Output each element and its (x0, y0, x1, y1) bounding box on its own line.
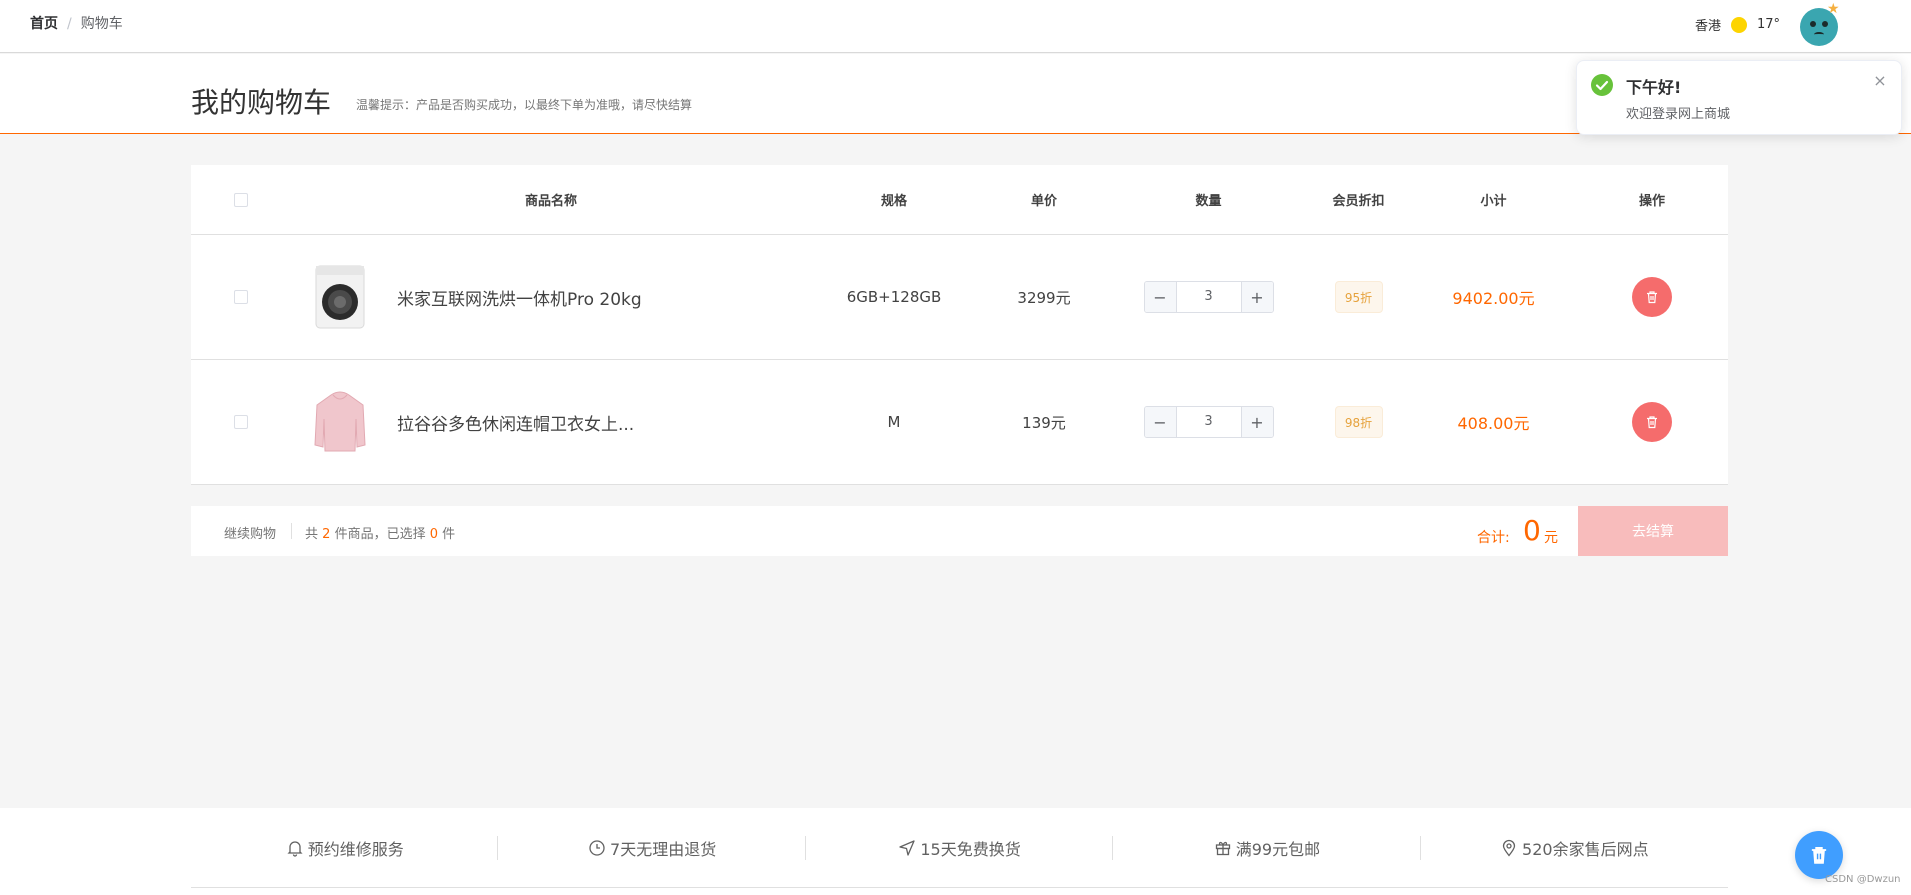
welcome-notification: 下午好! 欢迎登录网上商城 × (1576, 60, 1902, 135)
gift-icon (1214, 839, 1232, 857)
success-check-icon (1591, 74, 1613, 96)
watermark: CSDN @Dwzun (1825, 874, 1901, 885)
breadcrumb: 首页 / 购物车 (30, 13, 123, 33)
column-header-name: 商品名称 (524, 194, 577, 209)
trash-icon (1811, 847, 1827, 864)
location-icon (1500, 839, 1518, 857)
product-image-washing-machine[interactable] (311, 264, 369, 330)
weather-temperature: 17° (1757, 17, 1781, 32)
page-title: 我的购物车 (191, 86, 332, 119)
close-icon[interactable]: × (1872, 73, 1888, 89)
clock-icon (588, 839, 606, 857)
product-price: 139元 (1022, 413, 1066, 432)
service-footer: 预约维修服务 7天无理由退货 15天免费换货 满99元包邮 520余家售后网点 (0, 808, 1911, 895)
quantity-increase-button[interactable]: + (1240, 407, 1273, 437)
column-header-spec: 规格 (880, 194, 907, 209)
row-subtotal: 408.00元 (1457, 414, 1530, 433)
column-header-operation: 操作 (1638, 194, 1665, 209)
table-header: 商品名称 规格 单价 数量 会员折扣 小计 操作 (191, 165, 1728, 235)
quantity-stepper: − 3 + (1143, 281, 1274, 313)
row-checkbox[interactable] (234, 290, 248, 304)
breadcrumb-home-link[interactable]: 首页 (30, 16, 58, 32)
quantity-stepper: − 3 + (1143, 406, 1274, 438)
row-subtotal: 9402.00元 (1452, 289, 1535, 308)
service-item-repair[interactable]: 预约维修服务 (191, 808, 499, 887)
service-label: 预约维修服务 (307, 839, 404, 859)
product-name[interactable]: 拉谷谷多色休闲连帽卫衣女上... (397, 410, 634, 435)
trash-icon (1647, 291, 1657, 304)
avatar-mouth (1814, 32, 1824, 37)
quantity-decrease-button[interactable]: − (1144, 407, 1177, 437)
divider (291, 523, 292, 539)
service-label: 满99元包邮 (1235, 839, 1321, 859)
service-item-exchange[interactable]: 15天免费换货 (806, 808, 1114, 887)
send-icon (898, 839, 916, 857)
count-selected: 0 (429, 527, 439, 542)
sun-icon (1731, 16, 1748, 33)
breadcrumb-separator: / (67, 16, 72, 32)
discount-badge: 98折 (1334, 406, 1383, 438)
service-label: 7天无理由退货 (610, 839, 717, 859)
item-count-text: 共 2 件商品，已选择 0 件 (305, 523, 455, 542)
service-item-outlets[interactable]: 520余家售后网点 (1421, 808, 1728, 887)
weather-widget: 香港 17° (1695, 15, 1780, 34)
service-list: 预约维修服务 7天无理由退货 15天免费换货 满99元包邮 520余家售后网点 (191, 808, 1728, 888)
product-spec: M (887, 413, 901, 431)
weather-city: 香港 (1695, 19, 1722, 34)
table-row: 拉谷谷多色休闲连帽卫衣女上... M 139元 − 3 + 98折 408.00… (191, 360, 1728, 485)
notification-title: 下午好! (1626, 78, 1682, 97)
quantity-increase-button[interactable]: + (1240, 282, 1273, 312)
avatar-eye-right (1822, 21, 1828, 27)
floating-trash-button[interactable] (1795, 831, 1843, 879)
avatar-eye-left (1810, 21, 1816, 27)
column-header-quantity: 数量 (1195, 194, 1222, 209)
select-all-checkbox[interactable] (234, 192, 248, 207)
quantity-input[interactable]: 3 (1177, 407, 1241, 437)
product-price: 3299元 (1017, 288, 1071, 307)
crown-icon: ★ (1827, 1, 1840, 17)
column-header-price: 单价 (1030, 194, 1057, 209)
product-name[interactable]: 米家互联网洗烘一体机Pro 20kg (397, 285, 642, 310)
total-value: 0 (1523, 514, 1541, 547)
checkout-button[interactable]: 去结算 (1578, 506, 1728, 556)
bell-icon (286, 839, 304, 857)
delete-button[interactable] (1632, 402, 1672, 442)
continue-shopping-link[interactable]: 继续购物 (224, 523, 276, 542)
count-suffix: 件 (442, 527, 456, 542)
total-label: 合计: (1477, 530, 1510, 546)
quantity-decrease-button[interactable]: − (1144, 282, 1177, 312)
cart-summary-bar: 继续购物 共 2 件商品，已选择 0 件 合计: 0 元 去结算 (191, 506, 1728, 556)
product-image-pink-hoodie[interactable] (311, 389, 369, 455)
column-header-subtotal: 小计 (1480, 194, 1507, 209)
discount-badge: 95折 (1334, 281, 1383, 313)
delete-button[interactable] (1632, 277, 1672, 317)
row-checkbox[interactable] (234, 415, 248, 429)
top-bar: 首页 / 购物车 香港 17° ★ (0, 0, 1911, 53)
page-tip: 温馨提示：产品是否购买成功，以最终下单为准哦，请尽快结算 (356, 98, 693, 112)
service-item-return[interactable]: 7天无理由退货 (498, 808, 807, 887)
table-row: 米家互联网洗烘一体机Pro 20kg 6GB+128GB 3299元 − 3 +… (191, 235, 1728, 360)
trash-icon (1647, 416, 1657, 429)
product-spec: 6GB+128GB (846, 288, 942, 306)
notification-message: 欢迎登录网上商城 (1626, 107, 1731, 122)
service-item-shipping[interactable]: 满99元包邮 (1113, 808, 1422, 887)
quantity-input[interactable]: 3 (1177, 282, 1241, 312)
service-label: 520余家售后网点 (1522, 839, 1649, 859)
count-mid: 件商品，已选择 (334, 527, 426, 542)
column-header-discount: 会员折扣 (1332, 194, 1385, 209)
breadcrumb-current: 购物车 (80, 16, 123, 32)
cart-table: 商品名称 规格 单价 数量 会员折扣 小计 操作 米家互联网洗烘一体机Pro 2… (191, 165, 1728, 485)
total-unit: 元 (1544, 530, 1558, 546)
service-label: 15天免费换货 (920, 839, 1021, 859)
count-prefix: 共 (305, 527, 319, 542)
count-total: 2 (322, 527, 331, 542)
